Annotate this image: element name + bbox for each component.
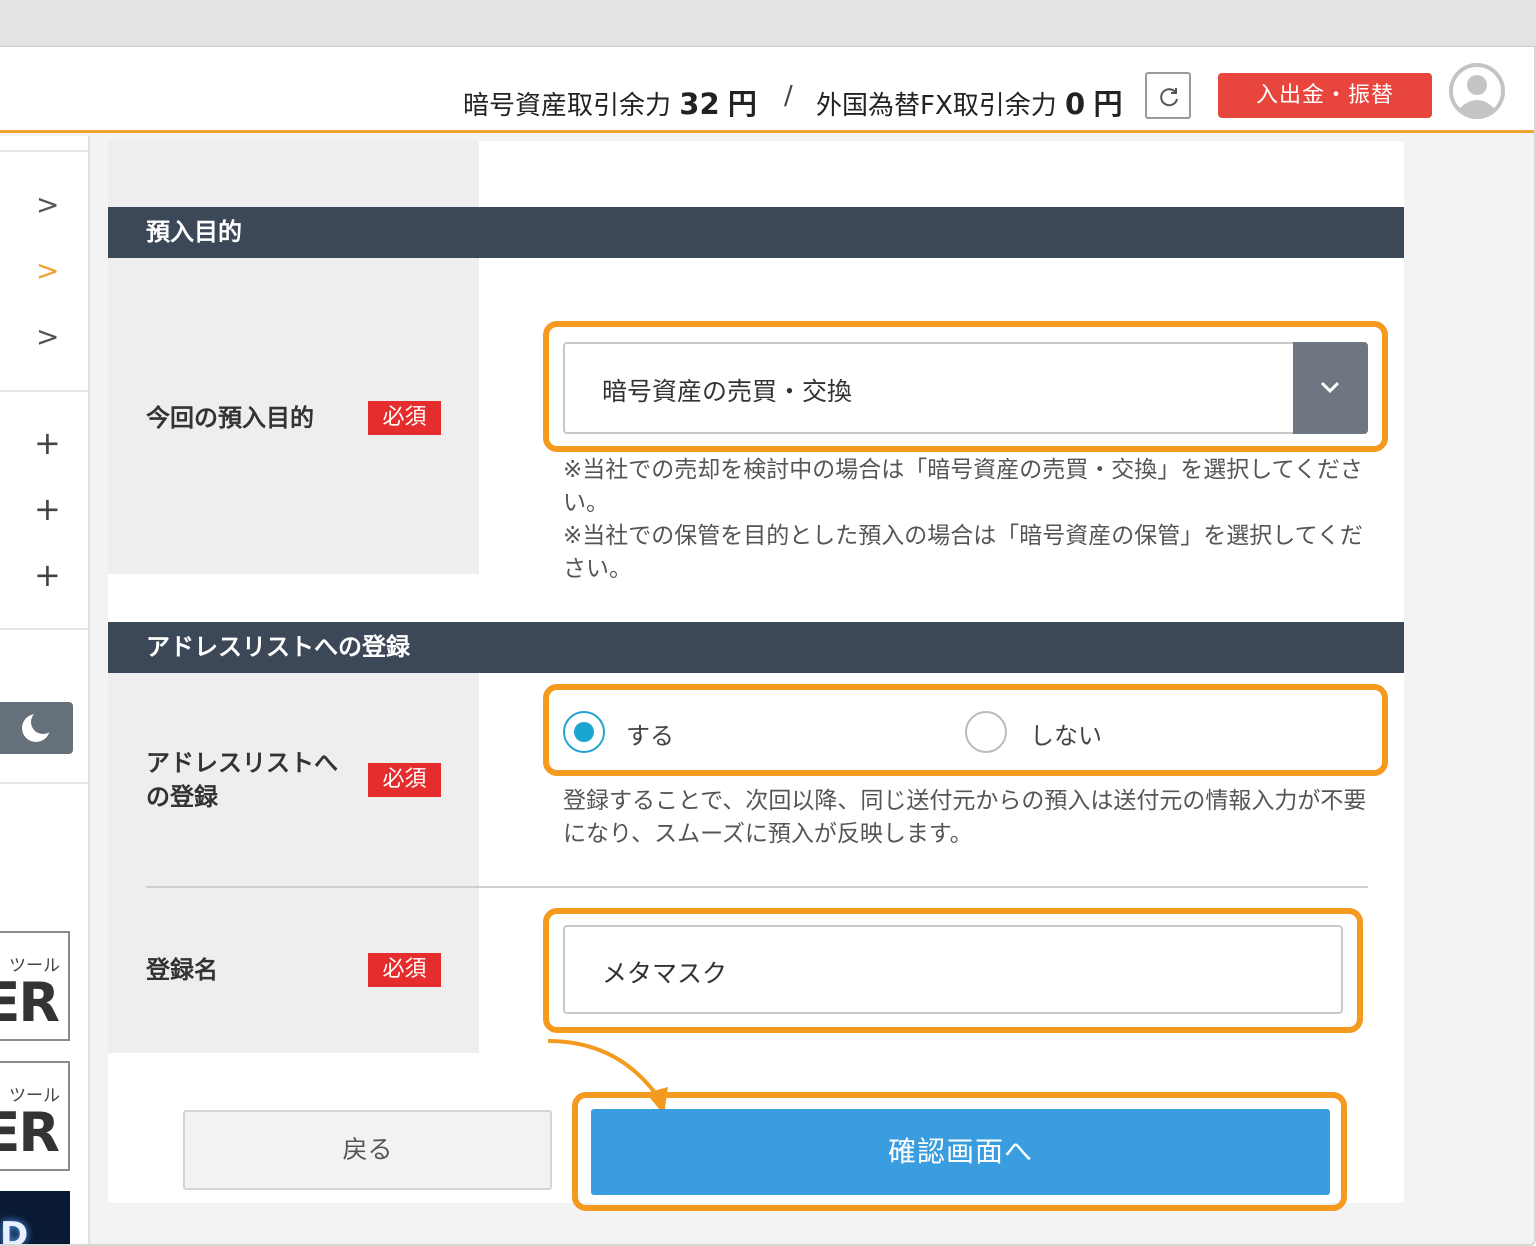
dropdown-button[interactable] bbox=[1293, 342, 1368, 434]
crypto-balance-value: 32 bbox=[679, 87, 720, 121]
purpose-note-2: ※当社での保管を目的とした預入の場合は「暗号資産の保管」を選択してください。 bbox=[563, 523, 1363, 582]
crypto-balance-label: 暗号資産取引余力 bbox=[463, 91, 672, 121]
purpose-note-1: ※当社での売却を検討中の場合は「暗号資産の売買・交換」を選択してください。 bbox=[563, 457, 1363, 516]
sidebar-chevron-icon-active[interactable]: > bbox=[36, 254, 59, 287]
confirm-screen-button[interactable]: 確認画面へ bbox=[591, 1109, 1330, 1195]
required-badge: 必須 bbox=[368, 401, 441, 435]
label-column bbox=[108, 141, 479, 207]
section-header-purpose: 預入目的 bbox=[108, 207, 1404, 258]
radio-yes-label[interactable]: する bbox=[626, 716, 674, 751]
sidebar-plus-icon[interactable]: + bbox=[34, 556, 61, 594]
crypto-balance: 暗号資産取引余力 32 円 bbox=[463, 81, 757, 123]
sidebar-divider bbox=[0, 782, 88, 784]
required-badge: 必須 bbox=[368, 763, 441, 797]
purpose-select[interactable]: 暗号資産の売買・交換 bbox=[563, 342, 1368, 434]
address-list-note: 登録することで、次回以降、同じ送付元からの預入は送付元の情報入力が不要になり、ス… bbox=[563, 788, 1367, 847]
deposit-transfer-button[interactable]: 入出金・振替 bbox=[1218, 73, 1432, 118]
registration-name-label: 登録名 bbox=[146, 956, 218, 984]
sidebar-divider bbox=[0, 150, 88, 152]
sidebar-plus-icon[interactable]: + bbox=[34, 490, 61, 528]
address-list-label-1: アドレスリストへ bbox=[146, 749, 338, 777]
radio-no[interactable] bbox=[965, 711, 1007, 753]
purpose-select-value: 暗号資産の売買・交換 bbox=[602, 377, 853, 406]
registration-name-value: メタマスク bbox=[602, 959, 728, 988]
deposit-form-card: 預入目的 今回の預入目的 必須 暗号資産の売買・交換 ※当社での売却を検討中の場… bbox=[108, 141, 1404, 1211]
purpose-label: 今回の預入目的 bbox=[146, 404, 314, 432]
user-avatar-icon[interactable] bbox=[1449, 63, 1505, 119]
refresh-icon bbox=[1160, 88, 1178, 107]
fx-balance-label: 外国為替FX取引余力 bbox=[816, 91, 1057, 121]
divider bbox=[146, 886, 1368, 888]
address-list-label-2: の登録 bbox=[146, 783, 218, 811]
registration-name-input[interactable]: メタマスク bbox=[563, 925, 1343, 1014]
banner-title: ER bbox=[0, 1101, 60, 1164]
radio-yes[interactable] bbox=[563, 711, 605, 753]
fx-balance-value: 0 bbox=[1065, 87, 1086, 121]
dark-mode-toggle[interactable] bbox=[0, 702, 73, 754]
dark-banner[interactable]: D bbox=[0, 1191, 70, 1246]
sidebar-chevron-icon[interactable]: > bbox=[36, 320, 59, 353]
top-header: 暗号資産取引余力 32 円 / 外国為替FX取引余力 0 円 入出金・振替 bbox=[0, 47, 1534, 133]
fx-balance: 外国為替FX取引余力 0 円 bbox=[816, 81, 1123, 123]
app-window: 暗号資産取引余力 32 円 / 外国為替FX取引余力 0 円 入出金・振替 > … bbox=[0, 47, 1536, 1246]
back-button[interactable]: 戻る bbox=[183, 1110, 552, 1190]
tool-banner[interactable]: ツール ER bbox=[0, 1061, 70, 1171]
tool-banner[interactable]: ツール ER bbox=[0, 931, 70, 1041]
banner-title: ER bbox=[0, 971, 60, 1034]
sidebar-divider bbox=[0, 390, 88, 392]
required-badge: 必須 bbox=[368, 953, 441, 987]
fx-balance-unit: 円 bbox=[1093, 87, 1123, 121]
label-column bbox=[108, 673, 479, 1053]
radio-no-label[interactable]: しない bbox=[1030, 716, 1102, 751]
sidebar-plus-icon[interactable]: + bbox=[34, 424, 61, 462]
chevron-down-icon bbox=[1320, 381, 1340, 394]
dark-banner-text: D bbox=[0, 1215, 29, 1246]
balance-separator: / bbox=[784, 81, 793, 111]
moon-icon bbox=[22, 710, 55, 742]
sidebar-divider bbox=[0, 628, 88, 630]
section-header-address-list: アドレスリストへの登録 bbox=[108, 622, 1404, 673]
sidebar-chevron-icon[interactable]: > bbox=[36, 188, 59, 221]
browser-top-bar bbox=[0, 0, 1536, 47]
sidebar: > > > + + + ツール ER ツール ER D bbox=[0, 136, 90, 1246]
crypto-balance-unit: 円 bbox=[727, 87, 757, 121]
refresh-button[interactable] bbox=[1145, 72, 1191, 119]
